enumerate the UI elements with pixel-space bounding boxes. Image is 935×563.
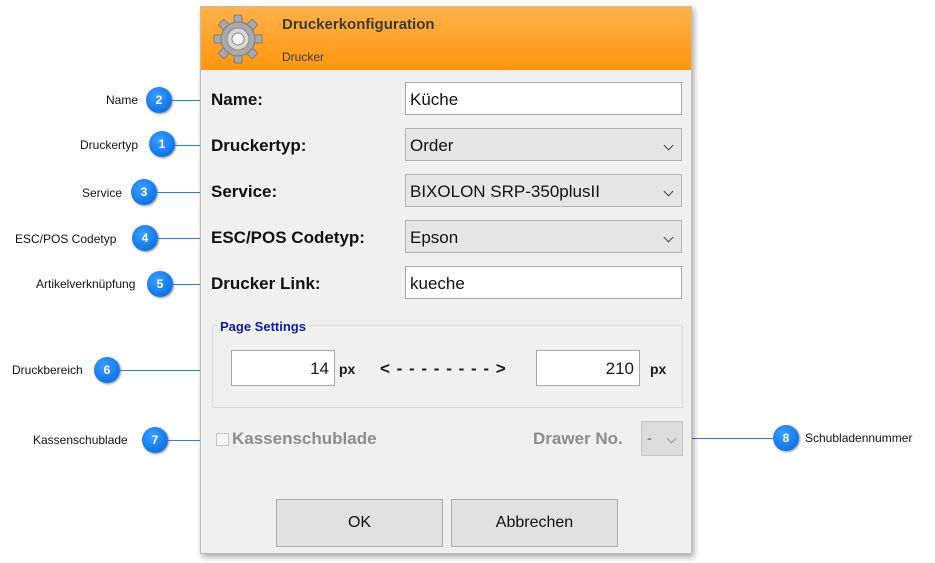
callout-text-schubladennummer: Schubladennummer xyxy=(805,431,913,445)
callout-badge-5: 5 xyxy=(147,271,173,297)
printer-type-value: Order xyxy=(410,136,454,155)
chevron-down-icon xyxy=(666,433,677,444)
callout-badge-6: 6 xyxy=(94,357,120,383)
printer-link-label: Drucker Link: xyxy=(211,274,321,293)
chevron-down-icon xyxy=(663,232,674,243)
printer-link-input[interactable]: kueche xyxy=(405,266,682,299)
chevron-down-icon xyxy=(663,140,674,151)
ok-button[interactable]: OK xyxy=(276,499,443,547)
callout-badge-1: 1 xyxy=(149,131,175,157)
page-range-arrow: < - - - - - - - - > xyxy=(380,359,507,378)
dialog-subtitle: Drucker xyxy=(282,50,325,64)
callout-text-druckbereich: Druckbereich xyxy=(12,363,83,377)
codetype-label: ESC/POS Codetyp: xyxy=(211,228,365,247)
callout-badge-2: 2 xyxy=(146,87,172,113)
service-label: Service: xyxy=(211,182,278,201)
callout-text-service: Service xyxy=(82,186,123,200)
printer-link-value: kueche xyxy=(410,274,465,293)
callout-line-6 xyxy=(120,370,204,371)
drawer-no-value: - xyxy=(647,430,652,447)
codetype-value: Epson xyxy=(410,228,459,247)
page-to-unit: px xyxy=(650,361,667,377)
callout-badge-3: 3 xyxy=(131,179,157,205)
codetype-select[interactable]: Epson xyxy=(405,220,682,253)
dialog-title: Druckerkonfiguration xyxy=(282,16,435,33)
callout-text-kassenschublade: Kassenschublade xyxy=(33,433,128,447)
callout-text-druckertyp: Druckertyp xyxy=(80,138,139,152)
page-to-input[interactable]: 210 xyxy=(536,350,640,386)
name-value: Küche xyxy=(410,90,459,109)
callout-text-codetyp: ESC/POS Codetyp xyxy=(15,232,117,246)
page-from-unit: px xyxy=(339,361,356,377)
name-input[interactable]: Küche xyxy=(405,82,682,115)
name-label: Name: xyxy=(211,90,263,109)
gear-icon xyxy=(213,14,263,64)
callout-badge-8: 8 xyxy=(773,425,799,451)
cash-drawer-checkbox[interactable] xyxy=(216,433,229,446)
page-settings-legend: Page Settings xyxy=(218,319,308,334)
service-select[interactable]: BIXOLON SRP-350plusII xyxy=(405,174,682,207)
service-value: BIXOLON SRP-350plusII xyxy=(410,182,600,201)
dialog-header: Druckerkonfiguration Drucker xyxy=(201,7,691,70)
cash-drawer-label: Kassenschublade xyxy=(232,429,377,448)
drawer-no-select[interactable]: - xyxy=(641,421,683,456)
chevron-down-icon xyxy=(663,186,674,197)
page-from-input[interactable]: 14 xyxy=(231,350,335,386)
printer-type-label: Druckertyp: xyxy=(211,136,307,155)
callout-badge-4: 4 xyxy=(132,225,158,251)
callout-text-name: Name xyxy=(106,93,139,107)
callout-line-8 xyxy=(684,438,773,439)
printer-type-select[interactable]: Order xyxy=(405,128,682,161)
callout-badge-7: 7 xyxy=(142,427,168,453)
callout-text-artikel: Artikelverknüpfung xyxy=(36,277,136,291)
drawer-no-label: Drawer No. xyxy=(533,429,623,448)
printer-config-dialog: Druckerkonfiguration Drucker Name: Küche… xyxy=(200,6,692,554)
cancel-button[interactable]: Abbrechen xyxy=(451,499,618,547)
